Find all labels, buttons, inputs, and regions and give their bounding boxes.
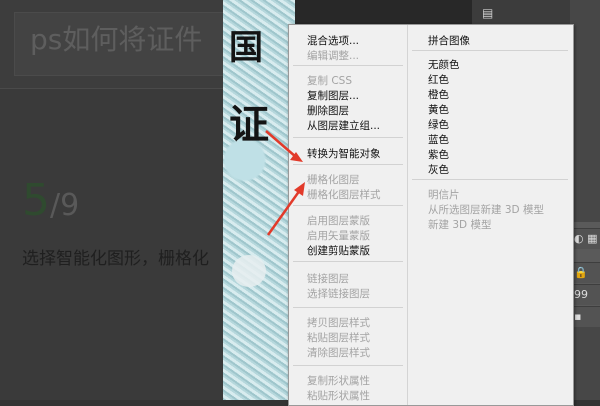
menu-item[interactable]: 灰色: [428, 162, 449, 177]
menu-item[interactable]: 红色: [428, 72, 449, 87]
menu-item: 粘贴形状属性: [307, 390, 370, 402]
step-description: 选择智能化图形，栅格化: [22, 249, 209, 269]
menu-item: 栅格化图层: [307, 174, 360, 186]
menu-item: 栅格化图层样式: [307, 189, 381, 201]
menu-item: 复制形状属性: [307, 375, 370, 387]
menu-separator: [412, 179, 568, 180]
menu-item[interactable]: 转换为智能对象: [307, 146, 381, 161]
menu-item[interactable]: 黄色: [428, 102, 449, 117]
canvas-text-char: 国: [229, 28, 263, 68]
menu-item: 明信片: [428, 189, 460, 201]
menu-separator: [293, 205, 403, 206]
layer-row[interactable]: 99: [570, 284, 600, 305]
menu-separator: [293, 365, 403, 366]
menu-item: 粘贴图层样式: [307, 332, 370, 344]
canvas-blob: [232, 255, 266, 287]
menu-separator: [412, 50, 568, 51]
menu-separator: [293, 261, 403, 262]
menu-item: 启用图层蒙版: [307, 215, 370, 227]
step-total: /9: [50, 188, 80, 223]
menu-item[interactable]: 复制图层...: [307, 88, 359, 103]
menu-item: 清除图层样式: [307, 347, 370, 359]
menu-item: 编辑调整...: [307, 50, 360, 62]
menu-item: 新建 3D 模型: [428, 219, 492, 231]
menu-item[interactable]: 混合选项...: [307, 33, 359, 48]
menu-item: 复制 CSS: [307, 75, 352, 87]
ps-right-panel: [570, 0, 600, 400]
canvas-text-char: 证: [229, 101, 269, 148]
step-current: 5: [22, 175, 50, 226]
layers-lock-row[interactable]: 🔒: [570, 262, 600, 283]
menu-separator: [293, 65, 403, 66]
menu-item[interactable]: 橙色: [428, 87, 449, 102]
menu-separator: [293, 164, 403, 165]
tool-icon[interactable]: ▤: [482, 6, 496, 20]
menu-item[interactable]: 拼合图像: [428, 33, 470, 48]
menu-item[interactable]: 蓝色: [428, 132, 449, 147]
menu-item[interactable]: 从图层建立组...: [307, 118, 380, 133]
menu-item[interactable]: 紫色: [428, 147, 449, 162]
menu-separator: [293, 307, 403, 308]
menu-item: 链接图层: [307, 273, 349, 285]
menu-item[interactable]: 无颜色: [428, 57, 460, 72]
layer-context-menu: 混合选项... 编辑调整... 复制 CSS 复制图层... 删除图层 从图层建立组...…: [288, 24, 574, 406]
menu-separator: [293, 137, 403, 138]
menu-right-column: 拼合图像无颜色 红色 橙色 黄色 绿色 蓝色 紫色 灰色明信片从所选图层新建 3D 模型 新建 …: [407, 25, 574, 405]
layers-panel-icons[interactable]: ◐ ▦: [570, 228, 600, 249]
layer-row[interactable]: ▪: [570, 306, 600, 327]
menu-item: 启用矢量蒙版: [307, 230, 370, 242]
menu-item[interactable]: 绿色: [428, 117, 449, 132]
menu-item: 拷贝图层样式: [307, 317, 370, 329]
menu-item: 选择链接图层: [307, 288, 370, 300]
menu-item: 从所选图层新建 3D 模型: [428, 204, 544, 216]
menu-item[interactable]: 创建剪贴蒙版: [307, 243, 370, 258]
step-counter: 5/9: [22, 175, 79, 226]
menu-item[interactable]: 删除图层: [307, 103, 349, 118]
page-title: ps如何将证件: [30, 23, 203, 56]
